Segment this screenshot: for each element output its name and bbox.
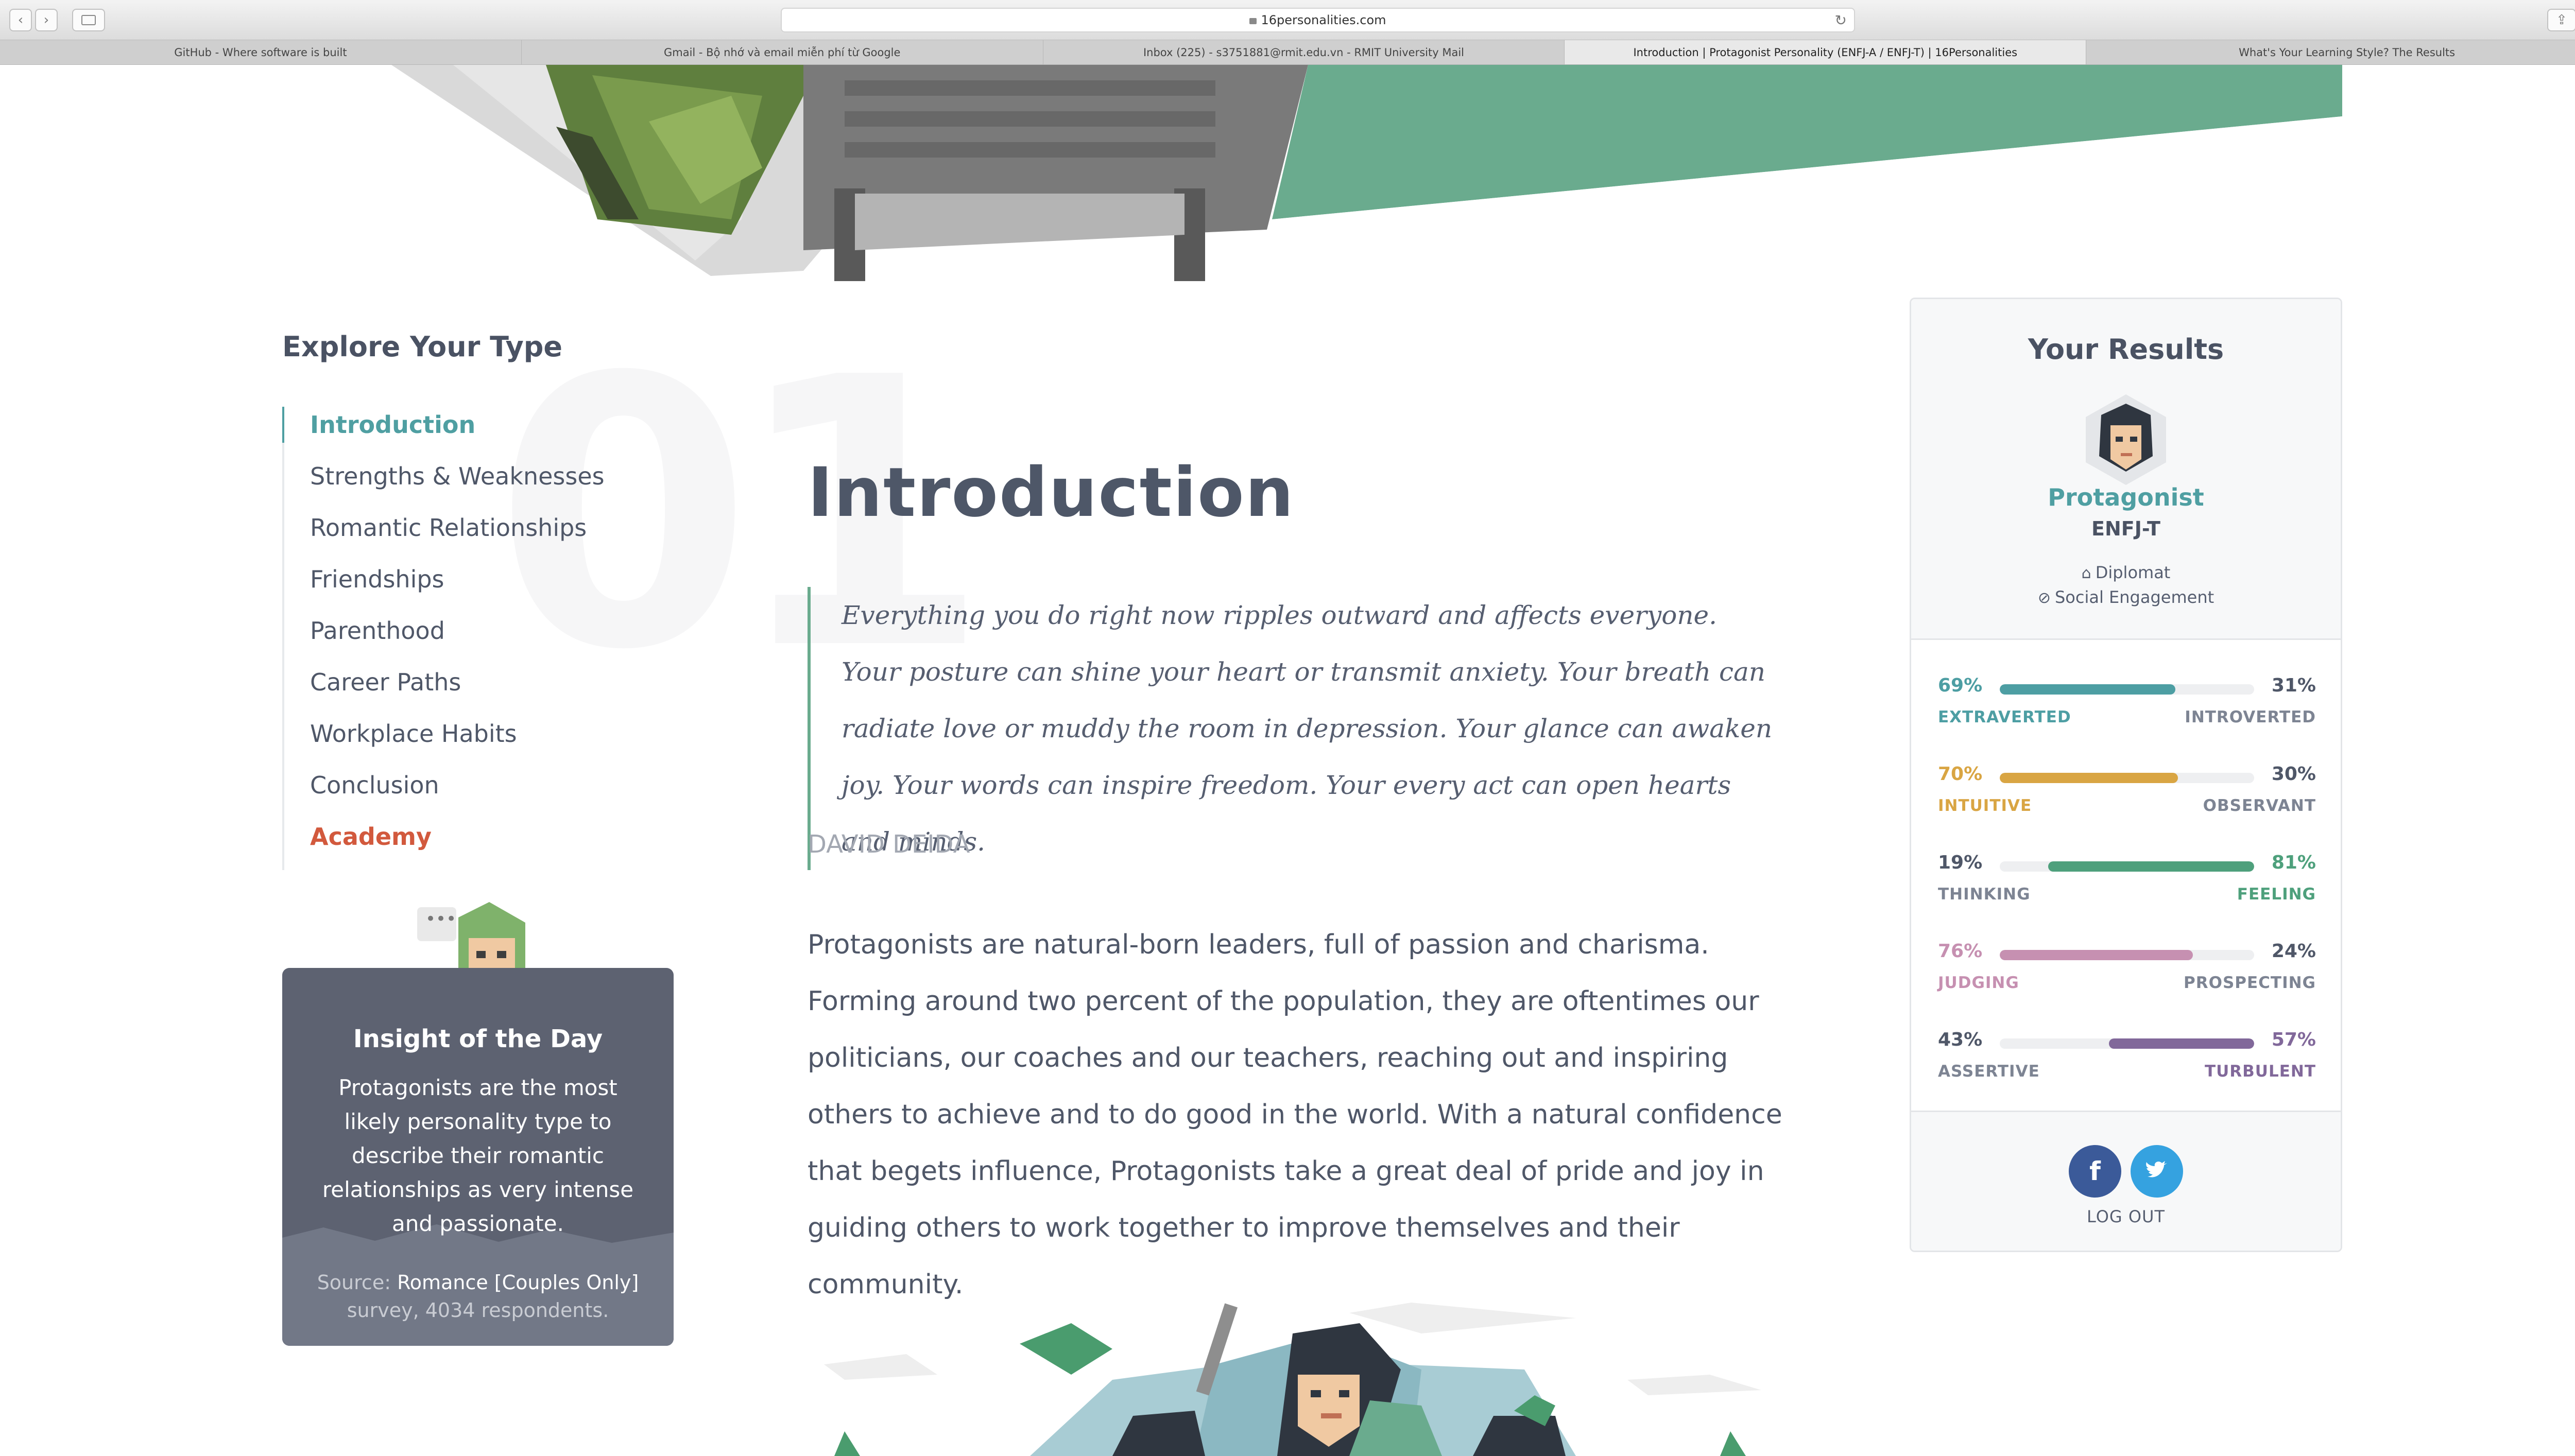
trait-right-label: INTROVERTED — [2185, 708, 2316, 726]
results-panel: Your Results Protagonist ENFJ-T ⌂ Diploma… — [1910, 298, 2342, 1252]
compass-icon: ⊘ — [2037, 589, 2051, 607]
trait-right-percent: 30% — [2271, 764, 2316, 785]
trait-left-percent: 70% — [1938, 764, 1983, 785]
source-prefix: Source: — [317, 1271, 391, 1294]
nav-item-introduction[interactable]: Introduction — [282, 407, 605, 458]
trait-bar-fill — [2109, 1038, 2254, 1049]
trait-right-percent: 57% — [2271, 1029, 2316, 1050]
nav-item-friendships[interactable]: Friendships — [284, 561, 605, 613]
quote-text: Everything you do right now ripples outw… — [842, 600, 1773, 857]
trait-bar — [2000, 861, 2254, 872]
nav-item-workplace-habits[interactable]: Workplace Habits — [284, 716, 605, 767]
nav-item-parenthood[interactable]: Parenthood — [284, 613, 605, 664]
tab-github[interactable]: GitHub - Where software is built — [0, 40, 522, 64]
back-button[interactable]: ‹ — [9, 9, 32, 31]
facebook-share-button[interactable]: f — [2069, 1145, 2121, 1198]
trait-energy[interactable]: 70% 30% INTUITIVE OBSERVANT — [1938, 764, 2316, 825]
type-name[interactable]: Protagonist — [1911, 483, 2341, 511]
trait-right-percent: 81% — [2271, 852, 2316, 873]
results-title: Your Results — [2028, 333, 2224, 366]
strategy-row: ⊘ Social Engagement — [1911, 587, 2341, 607]
trait-left-label: INTUITIVE — [1938, 796, 2032, 815]
trait-bar — [2000, 1038, 2254, 1049]
source-link[interactable]: Romance [Couples Only] — [397, 1271, 639, 1294]
trait-left-percent: 76% — [1938, 941, 1983, 962]
trait-right-label: TURBULENT — [2204, 1062, 2316, 1081]
sidebar-title: Explore Your Type — [282, 331, 563, 363]
protagonist-group-illustration — [824, 1303, 1761, 1456]
tab-rmit-mail[interactable]: Inbox (225) - s3751881@rmit.edu.vn - RMI… — [1043, 40, 1565, 64]
nav-item-conclusion[interactable]: Conclusion — [284, 767, 605, 819]
trait-bar-fill — [2048, 861, 2254, 872]
trait-bar-fill — [2000, 684, 2175, 695]
trait-left-label: EXTRAVERTED — [1938, 708, 2071, 726]
trait-right-label: OBSERVANT — [2203, 796, 2316, 815]
type-code: ENFJ-T — [2091, 517, 2160, 540]
trait-left-percent: 19% — [1938, 852, 1983, 873]
twitter-bird-icon — [2146, 1161, 2167, 1177]
results-header: Your Results Protagonist ENFJ-T ⌂ Diploma… — [1911, 299, 2341, 640]
trait-bar-fill — [2000, 950, 2193, 960]
results-footer: f LOG OUT — [1911, 1111, 2341, 1251]
tab-gmail[interactable]: Gmail - Bộ nhớ và email miễn phí từ Goog… — [522, 40, 1043, 64]
trait-right-label: FEELING — [2237, 885, 2316, 904]
page-title: Introduction — [808, 453, 1295, 532]
trait-left-label: THINKING — [1938, 885, 2031, 904]
trait-right-percent: 31% — [2271, 675, 2316, 696]
quote-author: DAVID DEIDA — [808, 830, 970, 859]
trait-left-percent: 43% — [1938, 1029, 1983, 1050]
insight-of-the-day-card: Insight of the Day Protagonists are the … — [282, 968, 674, 1346]
trait-left-percent: 69% — [1938, 675, 1983, 696]
intro-paragraph: Protagonists are natural-born leaders, f… — [808, 929, 1782, 1300]
forward-button[interactable]: › — [35, 9, 58, 31]
trait-bar-fill — [2000, 773, 2178, 783]
trait-left-label: ASSERTIVE — [1938, 1062, 2040, 1081]
tab-learning-style[interactable]: What's Your Learning Style? The Results — [2086, 40, 2575, 64]
nav-item-career-paths[interactable]: Career Paths — [284, 664, 605, 716]
source-suffix: survey, 4034 respondents. — [347, 1299, 609, 1322]
address-bar[interactable]: 16personalities.com ↻ — [781, 8, 1855, 32]
trait-mind[interactable]: 69% 31% EXTRAVERTED INTROVERTED — [1938, 675, 2316, 737]
svg-text:•••: ••• — [425, 909, 456, 929]
reload-icon[interactable]: ↻ — [1835, 12, 1847, 29]
insight-title: Insight of the Day — [353, 1025, 603, 1053]
insight-source: Source: Romance [Couples Only] survey, 4… — [282, 1269, 674, 1324]
insight-text: Protagonists are the most likely persona… — [322, 1075, 634, 1236]
trait-right-percent: 24% — [2271, 941, 2316, 962]
trait-bar — [2000, 684, 2254, 695]
trait-identity[interactable]: 43% 57% ASSERTIVE TURBULENT — [1938, 1029, 2316, 1091]
nav-item-academy[interactable]: Academy — [284, 819, 605, 870]
type-navigation: Introduction Strengths & Weaknesses Roma… — [282, 407, 605, 870]
tag-icon: ⌂ — [2081, 564, 2091, 582]
share-button[interactable]: ⇪ — [2547, 9, 2575, 31]
tab-bar: GitHub - Where software is built Gmail -… — [0, 40, 2575, 65]
hero-illustration — [391, 65, 2342, 281]
tab-16personalities[interactable]: Introduction | Protagonist Personality (… — [1565, 40, 2087, 64]
role-row: ⌂ Diplomat — [1911, 563, 2341, 582]
nav-item-strengths-weaknesses[interactable]: Strengths & Weaknesses — [284, 458, 605, 510]
lock-icon — [1249, 18, 1257, 24]
logout-link[interactable]: LOG OUT — [1911, 1207, 2341, 1226]
trait-nature[interactable]: 19% 81% THINKING FEELING — [1938, 852, 2316, 914]
browser-toolbar: ‹ › 16personalities.com ↻ ⇪ ❐ — [0, 0, 2575, 40]
quote-block: Everything you do right now ripples outw… — [808, 587, 1776, 870]
share-icon: ⇪ — [2556, 12, 2567, 28]
twitter-share-button[interactable] — [2131, 1145, 2183, 1198]
trait-tactics[interactable]: 76% 24% JUDGING PROSPECTING — [1938, 941, 2316, 1002]
trait-bar — [2000, 773, 2254, 783]
sidebar-toggle-button[interactable] — [72, 9, 105, 31]
trait-right-label: PROSPECTING — [2184, 974, 2316, 992]
role-label[interactable]: Diplomat — [2096, 563, 2171, 582]
sidebar-icon — [81, 15, 96, 25]
nav-item-romantic-relationships[interactable]: Romantic Relationships — [284, 510, 605, 561]
url-text: 16personalities.com — [1261, 13, 1386, 27]
trait-left-label: JUDGING — [1938, 974, 2019, 992]
strategy-label[interactable]: Social Engagement — [2055, 587, 2214, 607]
facebook-icon: f — [2089, 1156, 2101, 1186]
protagonist-avatar[interactable] — [2081, 394, 2171, 485]
trait-bar — [2000, 950, 2254, 960]
